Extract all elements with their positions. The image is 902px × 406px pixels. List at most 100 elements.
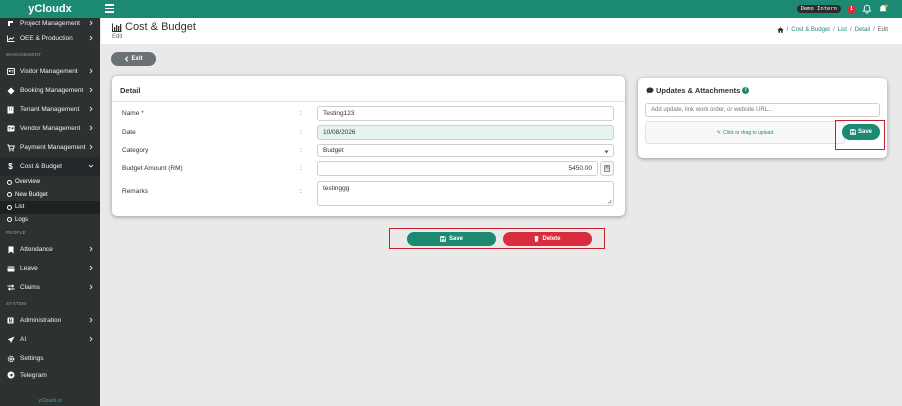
update-save-button[interactable]: Save	[842, 124, 880, 140]
remarks-textarea[interactable]: testinggg	[317, 181, 614, 206]
delete-button[interactable]: Delete	[503, 232, 592, 246]
exit-button[interactable]: Exit	[111, 52, 156, 66]
save-icon	[850, 129, 856, 135]
sidebar-subitem-label: List	[15, 204, 25, 211]
sidebar-subitem-label: New Budget	[15, 191, 48, 198]
sidebar-item-label: Vendor Management	[20, 125, 81, 132]
sidebar-item-oee-production[interactable]: OEE & Production	[0, 29, 100, 48]
upload-dropzone[interactable]: ✎ Click or drag to upload	[645, 121, 845, 144]
top-bar-right: Demo Intern 1	[796, 3, 888, 15]
dollar-icon: $	[8, 162, 13, 171]
resize-handle-icon[interactable]	[607, 199, 612, 204]
chevron-left-icon	[125, 56, 129, 62]
info-icon[interactable]: i	[742, 87, 750, 94]
sidebar-subitem-overview[interactable]: Overview	[0, 176, 100, 189]
sidebar-item-telegram[interactable]: Telegram	[0, 368, 100, 382]
colon: :	[300, 188, 302, 195]
sidebar-subitem-list[interactable]: List	[0, 201, 100, 214]
remarks-value: testinggg	[323, 185, 350, 192]
brand-logo[interactable]: yCloudx	[0, 0, 100, 18]
vendor-icon	[6, 124, 15, 133]
chevron-right-icon	[89, 35, 93, 41]
svg-text:B: B	[9, 319, 13, 325]
sidebar-item-label: Tenant Management	[20, 106, 80, 113]
detail-title: Detail	[120, 86, 141, 95]
sidebar-item-visitor-management[interactable]: Visitor Management	[0, 62, 100, 81]
sidebar-item-vendor-management[interactable]: Vendor Management	[0, 119, 100, 138]
circle-icon	[7, 204, 12, 210]
sidebar-item-label: OEE & Production	[20, 35, 73, 42]
colon: :	[300, 165, 302, 172]
sidebar-item-cost-budget[interactable]: $ Cost & Budget	[0, 157, 100, 176]
date-label: Date	[122, 129, 136, 136]
sidebar-item-label: Leave	[20, 265, 38, 272]
chevron-right-icon	[89, 144, 93, 150]
sidebar-item-tenant-management[interactable]: Tenant Management	[0, 100, 100, 119]
save-button[interactable]: Save	[407, 232, 496, 246]
category-label: Category	[122, 147, 149, 154]
sidebar-item-attendance[interactable]: Attendance	[0, 240, 100, 259]
calculator-button[interactable]	[600, 161, 614, 176]
home-icon[interactable]	[776, 27, 784, 33]
remarks-label: Remarks	[122, 188, 149, 195]
date-input[interactable]: 10/08/2026	[317, 125, 614, 140]
name-input[interactable]: Testing123	[317, 106, 614, 121]
comment-icon	[646, 87, 654, 94]
sidebar-item-label: Booking Management	[20, 87, 84, 94]
circle-icon	[7, 217, 12, 223]
sidebar-item-ai[interactable]: AI	[0, 330, 100, 349]
page-header: Cost & Budget Edit / Cost & Budget / Lis…	[101, 18, 902, 44]
sidebar-subitem-label: Overview	[15, 179, 41, 186]
bookmark-icon	[6, 245, 15, 254]
chart-icon	[6, 34, 15, 43]
chevron-right-icon	[89, 87, 93, 93]
sidebar-item-label: Telegram	[20, 371, 47, 379]
sidebar-item-booking-management[interactable]: Booking Management	[0, 81, 100, 100]
sidebar-item-label: Payment Management	[20, 144, 86, 151]
sidebar-item-payment-management[interactable]: Payment Management	[0, 138, 100, 157]
sidebar-item-administration[interactable]: B Administration	[0, 311, 100, 330]
paper-plane-icon	[6, 335, 15, 344]
user-menu[interactable]: Demo Intern	[796, 5, 841, 13]
sidebar-footer: yCloudx.io	[0, 397, 100, 406]
chevron-right-icon	[89, 284, 93, 290]
bell-icon[interactable]	[862, 4, 872, 14]
breadcrumb-cost-budget[interactable]: Cost & Budget	[791, 27, 830, 33]
user-bell-icon[interactable]	[878, 4, 888, 14]
page-subtitle: Edit	[112, 34, 123, 40]
menu-toggle-icon[interactable]	[105, 4, 114, 13]
exit-label: Exit	[131, 56, 143, 62]
breadcrumb-detail[interactable]: Detail	[855, 27, 870, 33]
circle-icon	[7, 179, 12, 185]
colon: :	[300, 129, 302, 136]
card-divider	[112, 101, 625, 102]
sidebar-subitem-logs[interactable]: Logs	[0, 214, 100, 227]
sidebar-subitem-new-budget[interactable]: New Budget	[0, 189, 100, 202]
sidebar-item-label: Visitor Management	[20, 68, 78, 75]
sidebar-item-label: Claims	[20, 284, 40, 291]
breadcrumb-list[interactable]: List	[838, 27, 847, 33]
booking-icon	[6, 86, 15, 95]
chevron-right-icon	[89, 336, 93, 342]
sidebar: Project Management OEE & Production MANA…	[0, 18, 100, 406]
cart-icon	[6, 143, 15, 152]
sidebar-item-claims[interactable]: Claims	[0, 278, 100, 297]
category-value: Budget	[323, 147, 344, 154]
page-title-text: Cost & Budget	[125, 21, 196, 33]
budget-amount-input[interactable]: 5450.00	[317, 161, 598, 176]
sidebar-item-label: AI	[20, 336, 27, 343]
update-input[interactable]: Add update, link work order, or website …	[645, 103, 880, 117]
sidebar-subitem-label: Logs	[15, 216, 29, 223]
sidebar-item-label: Administration	[20, 317, 62, 324]
category-select[interactable]: Budget	[317, 144, 614, 157]
breadcrumb-edit: Edit	[877, 27, 888, 33]
updates-title-text: Updates & Attachments	[656, 86, 741, 95]
sidebar-item-leave[interactable]: Leave	[0, 259, 100, 278]
updates-card: Updates & Attachments i Add update, link…	[638, 78, 887, 158]
actions-highlight-box: Save Delete	[389, 228, 605, 249]
sidebar-item-project-management[interactable]: Project Management	[0, 18, 100, 29]
sidebar-item-settings[interactable]: Settings	[0, 349, 100, 368]
sidebar-item-label: Settings	[20, 355, 44, 362]
alert-badge[interactable]: 1	[847, 4, 856, 14]
colon: :	[300, 147, 302, 154]
